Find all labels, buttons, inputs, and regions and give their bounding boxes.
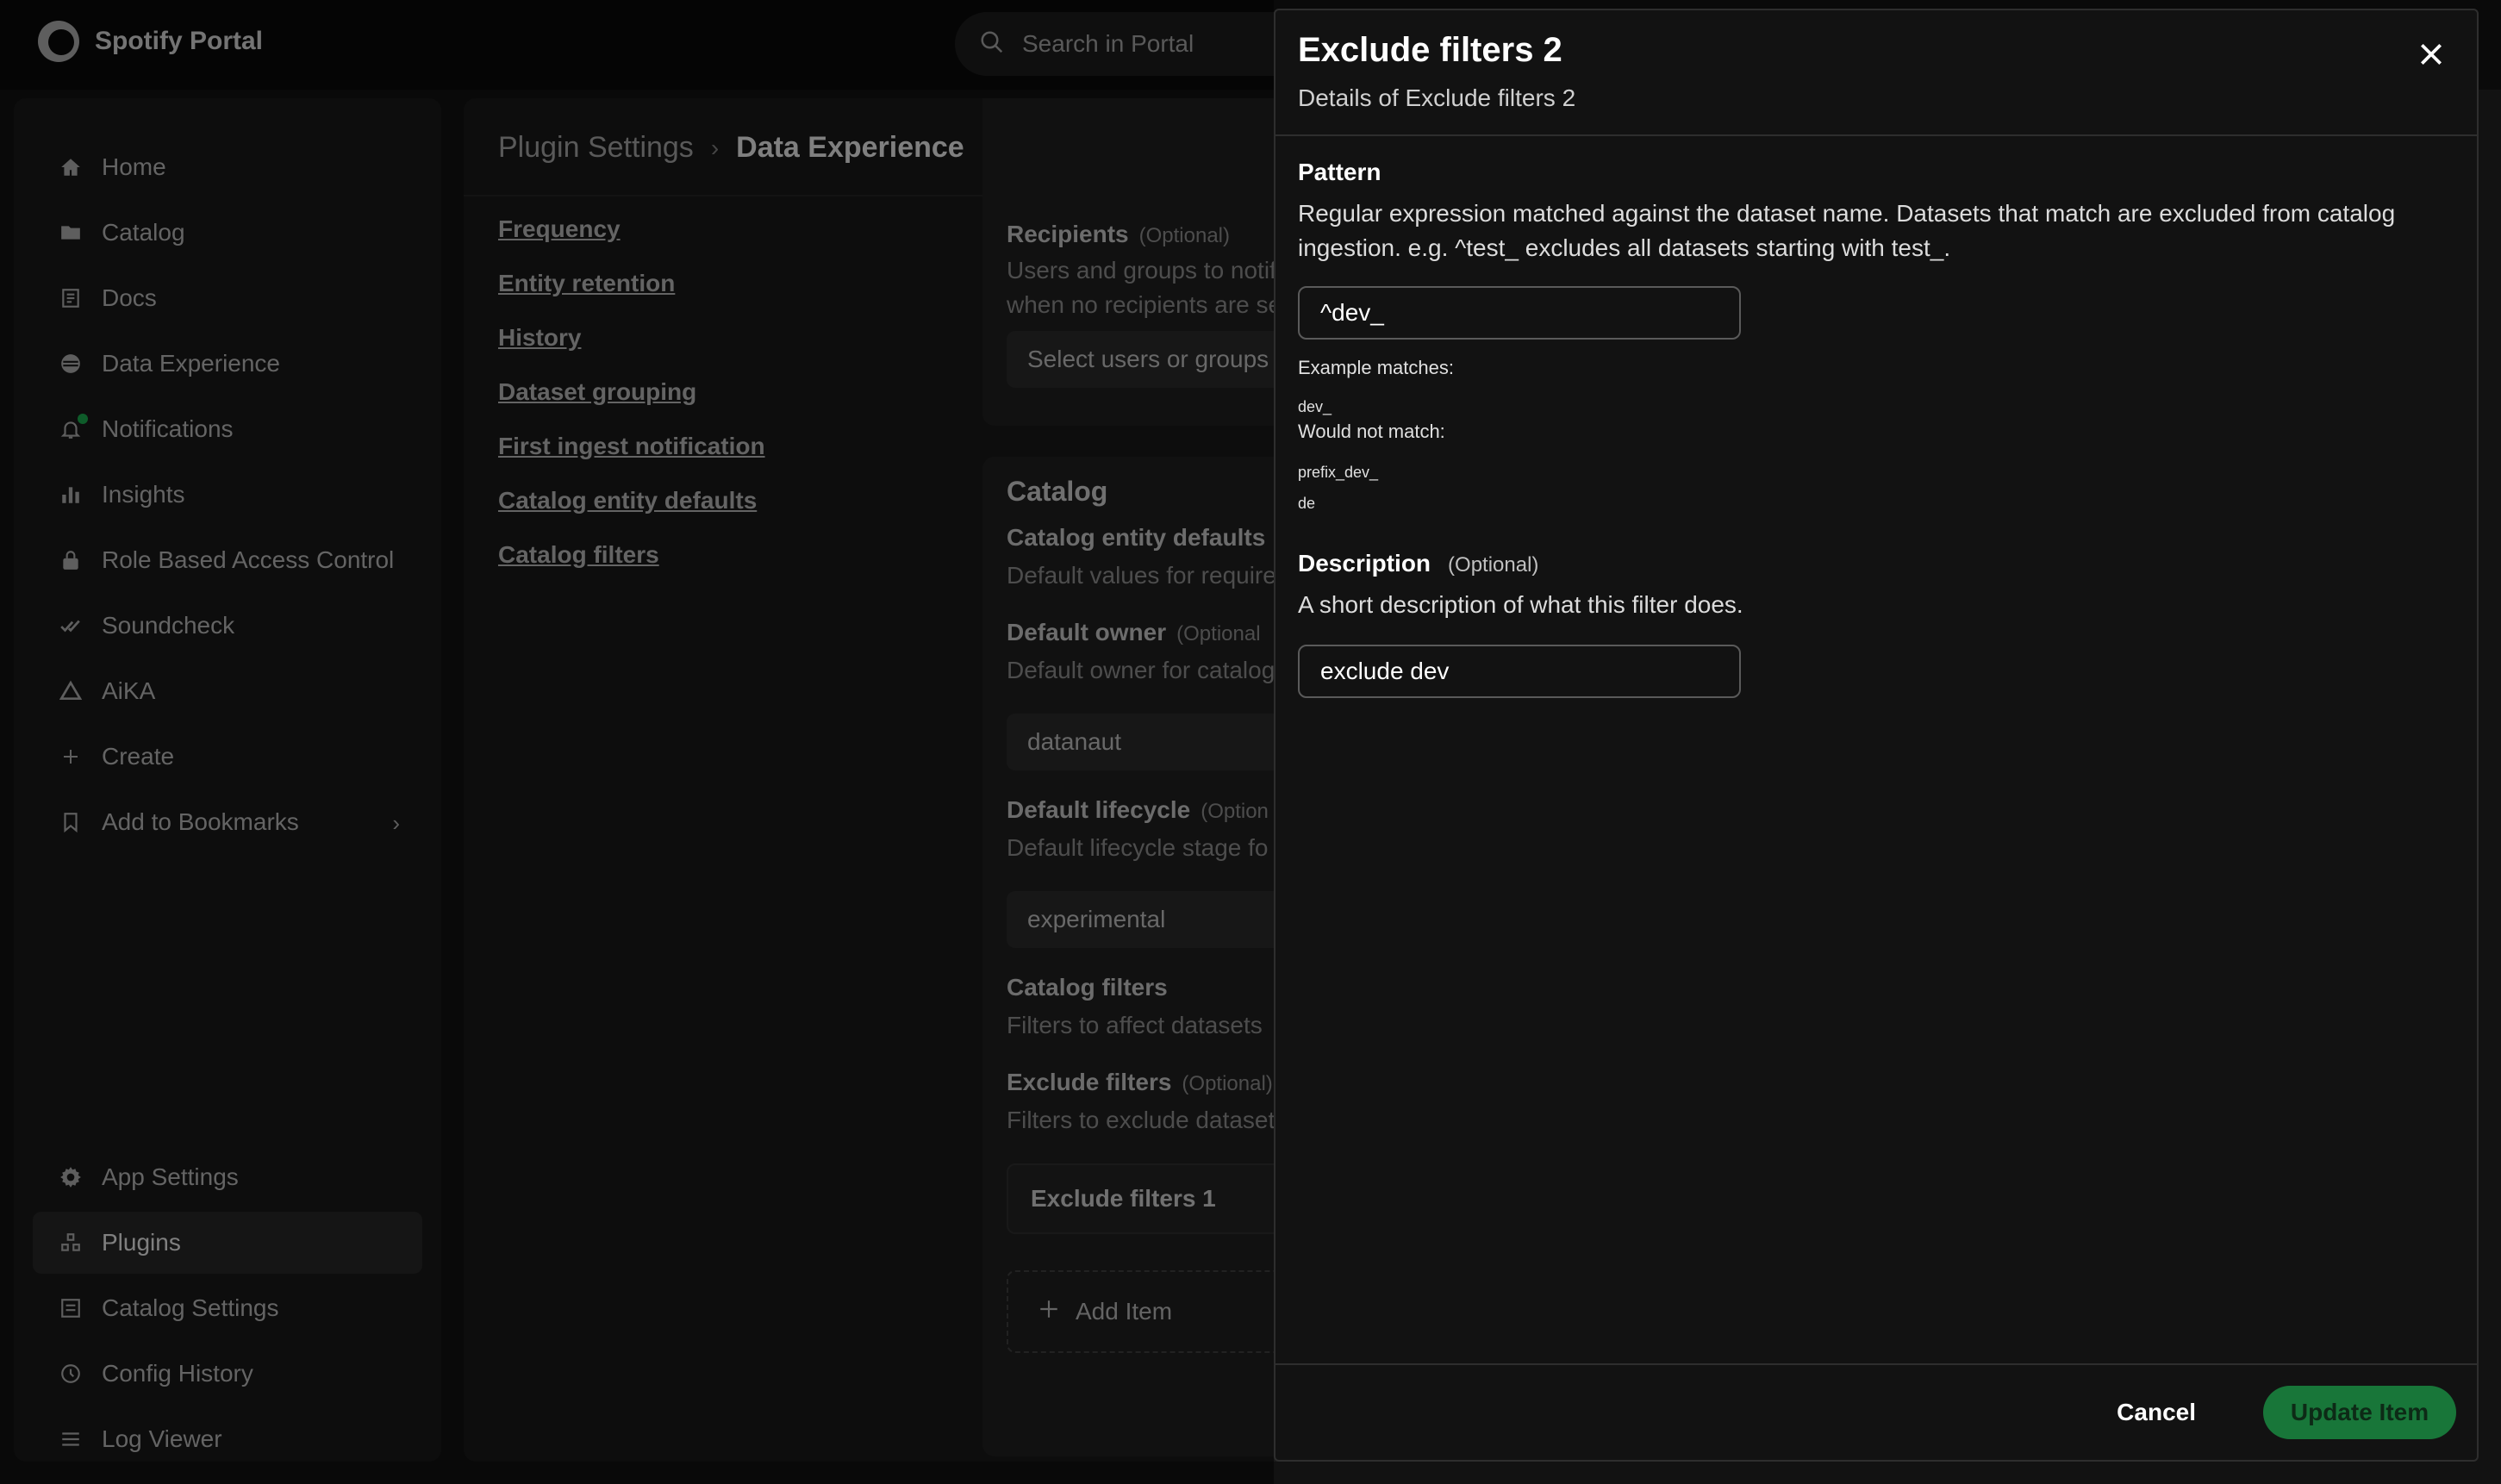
optional-tag: (Optional) <box>1448 553 1539 577</box>
description-label-text: Description <box>1298 550 1431 577</box>
description-input[interactable] <box>1298 645 1741 698</box>
non-match-item: de <box>1298 495 1316 512</box>
example-match-item: dev_ <box>1298 398 1332 415</box>
example-matches-label: Example matches: <box>1298 357 1454 378</box>
drawer-footer-divider <box>1275 1363 2477 1365</box>
drawer-subtitle: Details of Exclude filters 2 <box>1298 84 1576 111</box>
close-icon <box>2417 41 2445 72</box>
edit-item-drawer: Exclude filters 2 Details of Exclude fil… <box>1274 9 2479 1462</box>
pattern-label: Pattern <box>1298 159 1381 185</box>
update-item-button[interactable]: Update Item <box>2263 1386 2456 1439</box>
drawer-header-divider <box>1275 134 2477 136</box>
modal-backdrop[interactable] <box>0 0 1274 1484</box>
description-label: Description (Optional) <box>1298 550 1538 577</box>
pattern-help: Regular expression matched against the d… <box>1298 200 2396 261</box>
cancel-button[interactable]: Cancel <box>2099 1386 2213 1439</box>
description-help: A short description of what this filter … <box>1298 591 1743 618</box>
drawer-title: Exclude filters 2 <box>1298 31 1562 69</box>
pattern-input[interactable] <box>1298 286 1741 340</box>
close-button[interactable] <box>2411 36 2451 76</box>
non-match-item: prefix_dev_ <box>1298 464 1379 481</box>
would-not-match-label: Would not match: <box>1298 421 1445 442</box>
